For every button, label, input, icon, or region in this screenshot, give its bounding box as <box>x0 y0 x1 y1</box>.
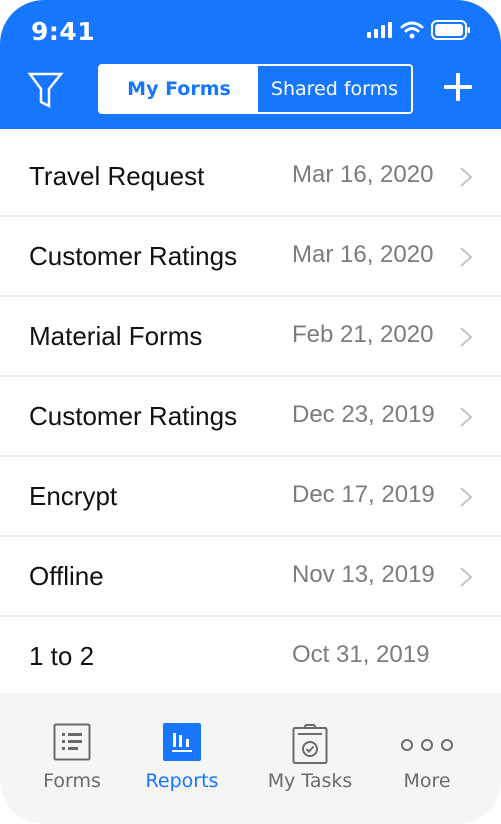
form-date: Mar 16, 2020 <box>292 241 434 268</box>
form-name: 1 to 2 <box>29 641 95 671</box>
list-item[interactable]: Offline Nov 13, 2019 <box>0 537 501 617</box>
tab-label: Forms <box>43 770 101 792</box>
clipboard-check-icon <box>292 724 328 764</box>
forms-list: Travel Request Mar 16, 2020 Customer Rat… <box>0 137 501 697</box>
form-name: Customer Ratings <box>29 241 238 271</box>
segment-my-forms[interactable]: My Forms <box>100 66 258 112</box>
form-date: Mar 16, 2020 <box>292 161 434 188</box>
wifi-icon <box>400 21 424 39</box>
form-date: Oct 31, 2019 <box>292 641 430 668</box>
list-item[interactable]: Customer Ratings Dec 23, 2019 <box>0 377 501 457</box>
status-time: 9:41 <box>31 17 96 46</box>
forms-segmented-control: My Forms Shared forms <box>98 64 413 114</box>
signal-icon <box>367 22 392 38</box>
phone-screen: 9:41 My Forms Shared forms Travel Reques… <box>0 0 501 824</box>
list-item[interactable]: Encrypt Dec 17, 2019 <box>0 457 501 537</box>
form-date: Nov 13, 2019 <box>292 561 435 588</box>
chevron-right-icon <box>460 167 473 187</box>
tab-label: My Tasks <box>267 770 353 792</box>
chevron-right-icon <box>460 487 473 507</box>
tab-reports[interactable]: Reports <box>127 693 237 824</box>
chevron-right-icon <box>460 247 473 267</box>
list-item[interactable]: Travel Request Mar 16, 2020 <box>0 137 501 217</box>
battery-icon <box>431 20 470 40</box>
add-form-button[interactable] <box>443 72 473 102</box>
chevron-right-icon <box>460 567 473 587</box>
filter-icon <box>27 72 64 109</box>
header: 9:41 My Forms Shared forms <box>0 0 501 129</box>
form-date: Dec 23, 2019 <box>292 401 435 428</box>
chevron-right-icon <box>460 327 473 347</box>
plus-icon <box>444 73 472 101</box>
tab-label: More <box>403 770 451 792</box>
list-icon <box>53 723 91 761</box>
status-icons <box>367 20 471 40</box>
form-name: Offline <box>29 561 104 591</box>
tab-label: Reports <box>145 770 219 792</box>
list-item[interactable]: 1 to 2 Oct 31, 2019 <box>0 617 501 697</box>
tab-more[interactable]: More <box>372 693 482 824</box>
form-date: Dec 17, 2019 <box>292 481 435 508</box>
chevron-right-icon <box>460 407 473 427</box>
list-item[interactable]: Material Forms Feb 21, 2020 <box>0 297 501 377</box>
tab-forms[interactable]: Forms <box>17 693 127 824</box>
form-name: Encrypt <box>29 481 118 511</box>
tab-bar: Forms Reports My Tasks More <box>0 693 501 824</box>
segment-shared-forms[interactable]: Shared forms <box>258 66 411 112</box>
form-date: Feb 21, 2020 <box>292 321 434 348</box>
list-item[interactable]: Customer Ratings Mar 16, 2020 <box>0 217 501 297</box>
form-name: Travel Request <box>29 161 205 191</box>
form-name: Customer Ratings <box>29 401 238 431</box>
filter-button[interactable] <box>24 69 66 109</box>
more-dots-icon <box>401 739 453 751</box>
form-name: Material Forms <box>29 321 203 351</box>
bar-chart-icon <box>163 723 201 761</box>
tab-my-tasks[interactable]: My Tasks <box>255 693 365 824</box>
